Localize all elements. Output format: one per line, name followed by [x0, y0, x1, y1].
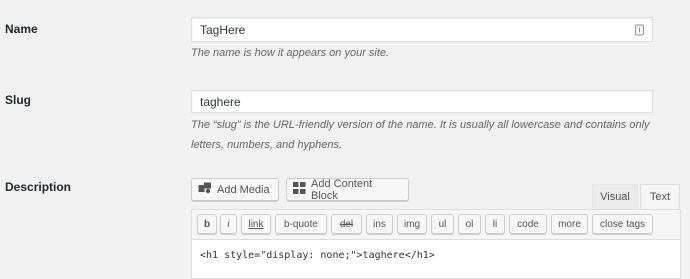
name-description: The name is how it appears on your site. [191, 47, 390, 59]
tab-text[interactable]: Text [640, 184, 680, 209]
name-input[interactable]: TagHere [191, 17, 653, 42]
add-media-button[interactable]: Add Media [191, 178, 279, 201]
quicktag-b-button[interactable]: b [197, 214, 217, 234]
quicktags-toolbar: b i link b-quote del ins img ul ol li co… [191, 209, 681, 239]
name-label: Name [5, 22, 38, 36]
quicktag-ins-button[interactable]: ins [366, 214, 393, 234]
add-media-label: Add Media [217, 183, 270, 196]
quicktag-del-button[interactable]: del [331, 214, 362, 234]
description-textarea[interactable]: <h1 style="display: none;">taghere</h1> [191, 239, 681, 279]
name-input-value: TagHere [200, 22, 246, 37]
slug-input[interactable]: taghere [191, 90, 653, 113]
slug-input-value: taghere [200, 94, 241, 109]
quicktag-close-tags-button[interactable]: close tags [592, 214, 653, 234]
slug-label: Slug [5, 93, 31, 107]
quicktag-bquote-button[interactable]: b-quote [275, 214, 327, 234]
vcard-icon[interactable] [635, 24, 644, 35]
add-content-block-button[interactable]: Add Content Block [286, 177, 409, 202]
quicktag-more-button[interactable]: more [551, 214, 588, 234]
quicktag-link-button[interactable]: link [241, 214, 271, 234]
content-block-icon [293, 182, 306, 197]
quicktag-i-button[interactable]: i [220, 214, 237, 234]
quicktag-code-button[interactable]: code [509, 214, 547, 234]
description-label: Description [5, 180, 72, 194]
media-icon [198, 182, 212, 197]
description-content: <h1 style="display: none;">taghere</h1> [200, 250, 435, 261]
tab-visual[interactable]: Visual [592, 184, 638, 209]
quicktag-ul-button[interactable]: ul [431, 214, 454, 234]
quicktag-li-button[interactable]: li [485, 214, 505, 234]
slug-description: The “slug” is the URL-friendly version o… [191, 119, 650, 151]
quicktag-ol-button[interactable]: ol [458, 214, 481, 234]
quicktag-img-button[interactable]: img [397, 214, 427, 234]
add-content-block-label: Add Content Block [311, 177, 373, 202]
